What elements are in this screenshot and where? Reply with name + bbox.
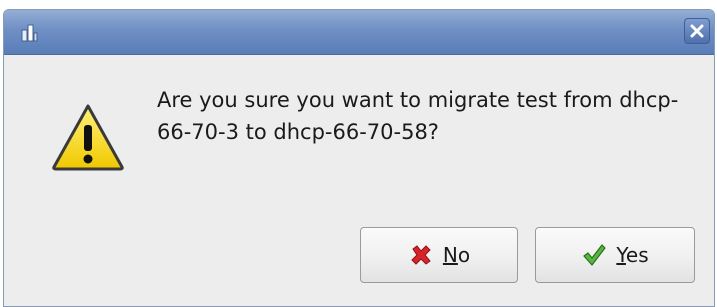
titlebar[interactable] bbox=[4, 10, 714, 55]
dialog-content: Are you sure you want to migrate test fr… bbox=[4, 55, 714, 306]
dialog-window: Are you sure you want to migrate test fr… bbox=[3, 9, 715, 307]
no-mnemonic: N bbox=[442, 243, 458, 267]
yes-button[interactable]: Yes bbox=[535, 227, 695, 283]
app-icon bbox=[18, 21, 40, 43]
red-x-icon bbox=[408, 242, 434, 268]
yes-button-label: Yes bbox=[616, 243, 648, 267]
yes-mnemonic: Y bbox=[616, 243, 626, 267]
yes-label-rest: es bbox=[625, 243, 649, 267]
warning-icon bbox=[51, 103, 125, 171]
green-check-icon bbox=[581, 242, 607, 268]
dialog-message: Are you sure you want to migrate test fr… bbox=[157, 88, 679, 144]
close-icon bbox=[690, 24, 704, 38]
no-button[interactable]: No bbox=[360, 227, 518, 283]
no-label-rest: o bbox=[457, 243, 471, 267]
no-button-label: No bbox=[443, 243, 470, 267]
close-button[interactable] bbox=[684, 18, 710, 44]
